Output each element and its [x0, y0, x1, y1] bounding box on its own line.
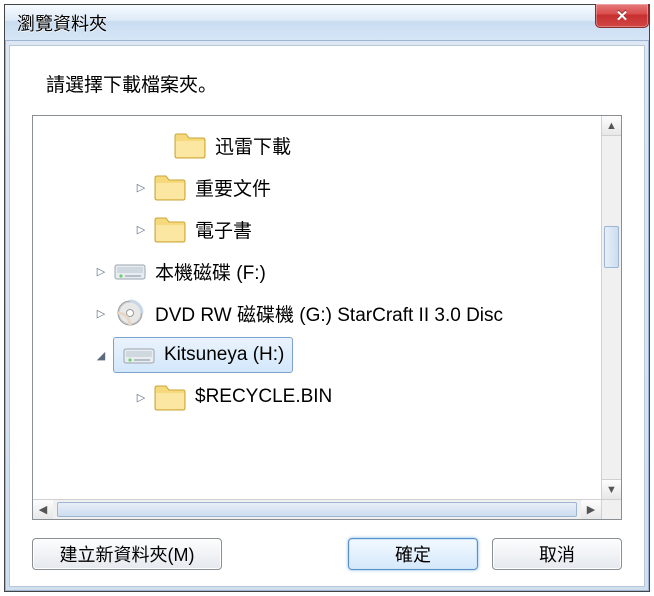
dvd-icon	[113, 298, 147, 328]
browse-folder-dialog: 瀏覽資料夾 ✕ 請選擇下載檔案夾。 迅雷下載 ▷ 重要文件 ▷ 電子書 ▷ 本機磁碟 (F:…	[4, 4, 650, 592]
tree-item[interactable]: ▷ 本機磁碟 (F:)	[33, 250, 601, 292]
ok-button[interactable]: 確定	[348, 538, 478, 570]
vertical-scroll-thumb[interactable]	[604, 226, 619, 268]
vertical-scrollbar[interactable]: ▲ ▼	[601, 116, 621, 499]
horizontal-scroll-thumb[interactable]	[57, 502, 577, 517]
folder-icon	[173, 130, 207, 160]
chevron-right-icon[interactable]: ▷	[93, 305, 109, 321]
chevron-right-icon[interactable]: ▷	[133, 389, 149, 405]
tree-item[interactable]: ▷ $RECYCLE.BIN	[33, 376, 601, 418]
folder-icon	[153, 382, 187, 412]
tree-item-label: 電子書	[195, 216, 252, 243]
folder-tree-viewport[interactable]: 迅雷下載 ▷ 重要文件 ▷ 電子書 ▷ 本機磁碟 (F:) ▷ DVD RW 磁碟機 (G:) …	[33, 116, 601, 499]
scroll-up-arrow-icon[interactable]: ▲	[602, 116, 621, 136]
horizontal-scrollbar[interactable]: ◀ ▶	[33, 499, 601, 519]
folder-tree: 迅雷下載 ▷ 重要文件 ▷ 電子書 ▷ 本機磁碟 (F:) ▷ DVD RW 磁碟機 (G:) …	[32, 115, 622, 520]
vertical-scroll-track[interactable]	[602, 136, 621, 479]
tree-item-label: $RECYCLE.BIN	[195, 386, 332, 408]
tree-item-label: 重要文件	[195, 174, 271, 201]
chevron-right-icon[interactable]: ▷	[133, 179, 149, 195]
new-folder-button[interactable]: 建立新資料夾(M)	[32, 538, 222, 570]
client-area: 請選擇下載檔案夾。 迅雷下載 ▷ 重要文件 ▷ 電子書 ▷ 本機磁碟 (F:) ▷ DVD RW…	[9, 45, 645, 587]
horizontal-scroll-track[interactable]	[53, 500, 581, 519]
tree-item[interactable]: ▷ DVD RW 磁碟機 (G:) StarCraft II 3.0 Disc	[33, 292, 601, 334]
instruction-text: 請選擇下載檔案夾。	[46, 70, 622, 97]
tree-item-label: Kitsuneya (H:)	[164, 344, 284, 366]
close-icon: ✕	[616, 7, 629, 25]
close-button[interactable]: ✕	[595, 4, 649, 28]
tree-item[interactable]: 迅雷下載	[33, 124, 601, 166]
titlebar[interactable]: 瀏覽資料夾 ✕	[5, 5, 649, 41]
scroll-corner	[601, 499, 621, 519]
folder-icon	[153, 214, 187, 244]
hdd-icon	[113, 256, 147, 286]
tree-item[interactable]: ▷ 重要文件	[33, 166, 601, 208]
tree-item[interactable]: ▷ 電子書	[33, 208, 601, 250]
tree-item[interactable]: ◢ Kitsuneya (H:)	[33, 334, 601, 376]
scroll-down-arrow-icon[interactable]: ▼	[602, 479, 621, 499]
folder-icon	[153, 172, 187, 202]
button-row: 建立新資料夾(M) 確定 取消	[32, 538, 622, 570]
chevron-down-icon[interactable]: ◢	[93, 347, 109, 363]
hdd-icon	[122, 340, 156, 370]
selection-highlight: Kitsuneya (H:)	[113, 337, 293, 373]
tree-item-label: 本機磁碟 (F:)	[155, 258, 266, 285]
scroll-right-arrow-icon[interactable]: ▶	[581, 500, 601, 519]
scroll-left-arrow-icon[interactable]: ◀	[33, 500, 53, 519]
tree-item-label: DVD RW 磁碟機 (G:) StarCraft II 3.0 Disc	[155, 300, 503, 327]
tree-item-label: 迅雷下載	[215, 132, 291, 159]
window-title: 瀏覽資料夾	[17, 10, 107, 36]
cancel-button[interactable]: 取消	[492, 538, 622, 570]
chevron-right-icon[interactable]: ▷	[93, 263, 109, 279]
chevron-right-icon[interactable]: ▷	[133, 221, 149, 237]
